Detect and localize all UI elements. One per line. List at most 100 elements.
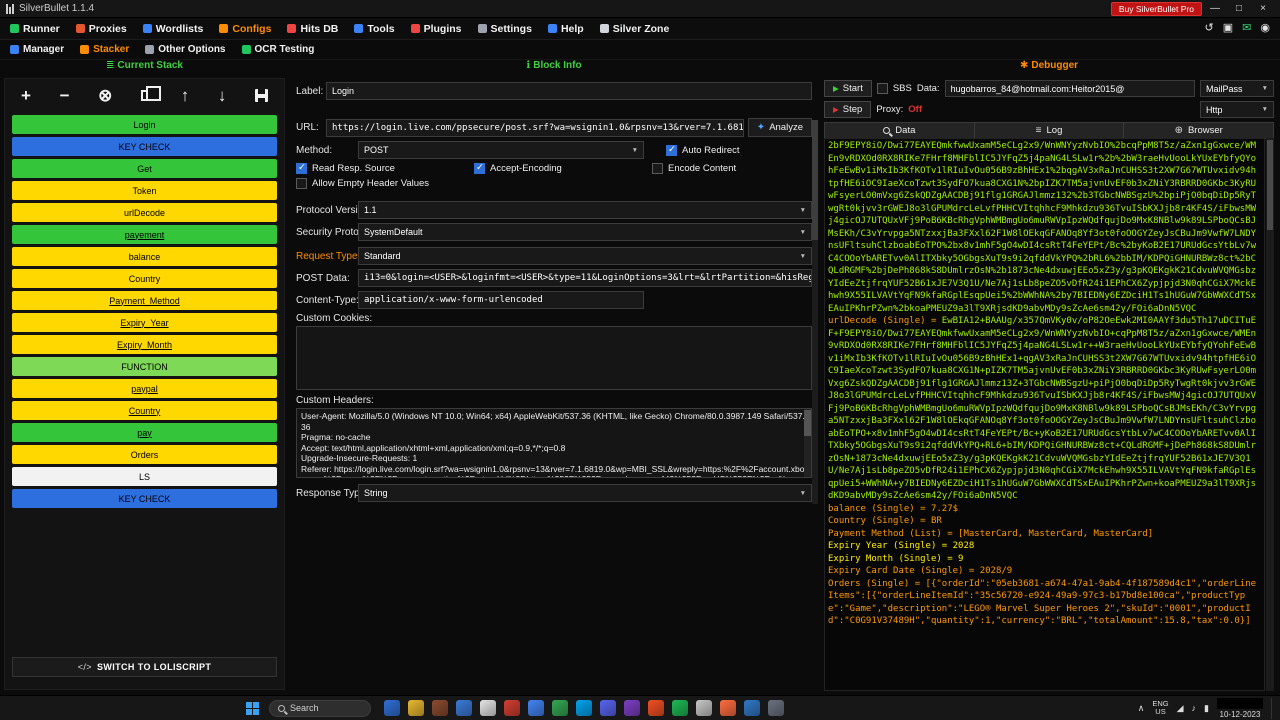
method-select[interactable]: POST▼ <box>358 141 644 159</box>
taskbar-app-icon[interactable] <box>552 700 568 716</box>
taskbar-app-icon[interactable] <box>432 700 448 716</box>
minimize-button[interactable]: — <box>1204 3 1226 14</box>
clock[interactable]: 10-12-2023 <box>1217 698 1263 719</box>
taskbar-app-icon[interactable] <box>504 700 520 716</box>
switch-to-loliscript-button[interactable]: </> SWITCH TO LOLISCRIPT <box>12 657 277 677</box>
step-button[interactable]: ▶Step <box>824 101 871 118</box>
history-icon[interactable]: ↺ <box>1205 23 1214 34</box>
stack-block-key-check[interactable]: KEY CHECK <box>12 489 277 508</box>
move-down-button[interactable]: ↓ <box>218 87 227 104</box>
debug-log-scrollbar[interactable] <box>1266 138 1274 691</box>
move-up-button[interactable]: ↑ <box>181 87 190 104</box>
allow-empty-headers-checkbox[interactable] <box>296 178 307 189</box>
taskbar-app-icon[interactable] <box>696 700 712 716</box>
menu-item-proxies[interactable]: Proxies <box>76 23 127 35</box>
save-stack-button[interactable] <box>255 89 268 102</box>
stack-block-get[interactable]: Get <box>12 159 277 178</box>
taskbar-app-icon[interactable] <box>720 700 736 716</box>
stack-block-payment-method[interactable]: Payment_Method <box>12 291 277 310</box>
close-button[interactable]: × <box>1252 3 1274 14</box>
screenshot-icon[interactable]: ▣ <box>1223 23 1233 34</box>
start-menu-button[interactable] <box>246 702 259 715</box>
post-data-input[interactable]: i13=0&login=<USER>&loginfmt=<USER>&type=… <box>358 269 812 287</box>
debug-data-input[interactable]: hugobarros_84@hotmail.com:Heitor2015@ <box>945 80 1195 97</box>
taskbar-app-icon[interactable] <box>456 700 472 716</box>
stack-block-ls[interactable]: LS <box>12 467 277 486</box>
stack-block-urldecode[interactable]: urlDecode <box>12 203 277 222</box>
debug-log[interactable]: 2bF9EPY8iO/Dwi77EAYEQmkfwwUxamM5eCLg2x9/… <box>824 138 1265 691</box>
menu-item-hits-db[interactable]: Hits DB <box>287 23 338 35</box>
taskbar-app-icon[interactable] <box>528 700 544 716</box>
stack-block-function[interactable]: FUNCTION <box>12 357 277 376</box>
menu-item-settings[interactable]: Settings <box>478 23 532 35</box>
menu-item-plugins[interactable]: Plugins <box>411 23 462 35</box>
stack-block-pay[interactable]: pay <box>12 423 277 442</box>
stack-block-paypal[interactable]: paypal <box>12 379 277 398</box>
stack-block-country[interactable]: Country <box>12 401 277 420</box>
status-icon[interactable]: ◉ <box>1260 23 1270 34</box>
custom-cookies-textarea[interactable] <box>296 326 812 390</box>
stack-block-balance[interactable]: balance <box>12 247 277 266</box>
disable-block-button[interactable]: ⊗ <box>98 87 112 104</box>
accept-encoding-checkbox[interactable] <box>474 163 485 174</box>
auto-redirect-checkbox[interactable] <box>666 145 677 156</box>
url-input[interactable]: https://login.live.com/ppsecure/post.srf… <box>326 119 744 137</box>
menu-item-tools[interactable]: Tools <box>354 23 394 35</box>
taskbar-app-icon[interactable] <box>648 700 664 716</box>
menu-item-wordlists[interactable]: Wordlists <box>143 23 204 35</box>
taskbar-app-icon[interactable] <box>480 700 496 716</box>
wordlist-type-select[interactable]: MailPass▼ <box>1200 80 1274 97</box>
block-info-scrollbar[interactable] <box>812 120 818 504</box>
menu-item-stacker[interactable]: Stacker <box>80 44 129 55</box>
headers-scrollbar[interactable] <box>804 409 811 477</box>
menu-item-manager[interactable]: Manager <box>10 44 64 55</box>
menu-item-help[interactable]: Help <box>548 23 584 35</box>
menu-item-silver-zone[interactable]: Silver Zone <box>600 23 670 35</box>
stack-block-login[interactable]: Login <box>12 115 277 134</box>
language-indicator[interactable]: ENG US <box>1152 700 1168 716</box>
volume-icon[interactable]: ♪ <box>1192 703 1197 713</box>
tab-data[interactable]: Data <box>825 123 975 138</box>
hidden-icons-button[interactable]: ∧ <box>1138 703 1145 714</box>
encode-content-checkbox[interactable] <box>652 163 663 174</box>
stack-block-key-check[interactable]: KEY CHECK <box>12 137 277 156</box>
network-icon[interactable]: ◢ <box>1177 703 1184 714</box>
label-input[interactable]: Login <box>326 82 812 100</box>
security-protocol-select[interactable]: SystemDefault▼ <box>358 223 812 241</box>
battery-icon[interactable]: ▮ <box>1204 703 1209 714</box>
custom-headers-textarea[interactable]: User-Agent: Mozilla/5.0 (Windows NT 10.0… <box>296 408 812 478</box>
stack-block-token[interactable]: Token <box>12 181 277 200</box>
stack-block-expiry-month[interactable]: Expiry_Month <box>12 335 277 354</box>
menu-item-configs[interactable]: Configs <box>219 23 271 35</box>
maximize-button[interactable]: □ <box>1228 3 1250 14</box>
tab-browser[interactable]: ⊕Browser <box>1124 123 1273 138</box>
start-button[interactable]: ▶Start <box>824 80 872 97</box>
analyze-button[interactable]: ✦ Analyze <box>748 118 812 137</box>
taskbar-app-icon[interactable] <box>624 700 640 716</box>
taskbar-app-icon[interactable] <box>744 700 760 716</box>
read-resp-checkbox[interactable] <box>296 163 307 174</box>
show-desktop-button[interactable] <box>1271 698 1275 719</box>
tab-log[interactable]: ≡Log <box>975 123 1125 138</box>
menu-item-runner[interactable]: Runner <box>10 23 60 35</box>
proxy-state-toggle[interactable]: Off <box>908 104 922 115</box>
buy-pro-button[interactable]: Buy SilverBullet Pro <box>1111 2 1202 16</box>
stack-block-payement[interactable]: payement <box>12 225 277 244</box>
taskbar-app-icon[interactable] <box>384 700 400 716</box>
protocol-version-select[interactable]: 1.1▼ <box>358 201 812 219</box>
clone-block-button[interactable] <box>141 90 152 101</box>
chat-icon[interactable]: ✉ <box>1242 23 1251 34</box>
stack-block-country[interactable]: Country <box>12 269 277 288</box>
taskbar-app-icon[interactable] <box>576 700 592 716</box>
menu-item-ocr-testing[interactable]: OCR Testing <box>242 44 315 55</box>
menu-item-other-options[interactable]: Other Options <box>145 44 225 55</box>
taskbar-search[interactable]: Search <box>269 700 371 717</box>
stack-block-expiry-year[interactable]: Expiry_Year <box>12 313 277 332</box>
request-type-select[interactable]: Standard▼ <box>358 247 812 265</box>
taskbar-app-icon[interactable] <box>768 700 784 716</box>
add-block-button[interactable]: + <box>21 87 31 104</box>
taskbar-app-icon[interactable] <box>672 700 688 716</box>
response-type-select[interactable]: String▼ <box>358 484 812 502</box>
remove-block-button[interactable]: − <box>60 87 70 104</box>
taskbar-app-icon[interactable] <box>600 700 616 716</box>
